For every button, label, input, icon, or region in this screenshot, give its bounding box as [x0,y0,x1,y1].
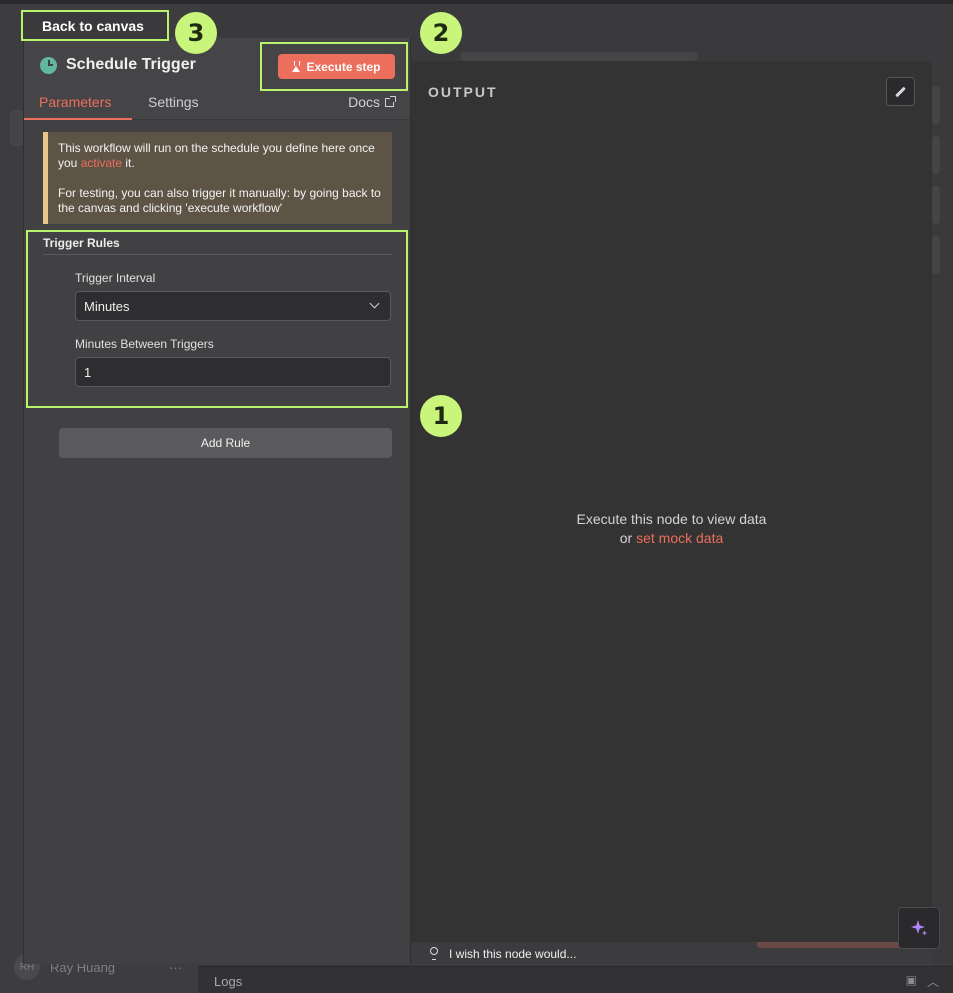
wish-text[interactable]: I wish this node would... [449,947,576,961]
schedule-notice: This workflow will run on the schedule y… [43,132,392,224]
docs-link[interactable]: Docs [348,94,396,110]
back-to-canvas-button[interactable]: Back to canvas [21,10,169,41]
docs-label: Docs [348,94,380,110]
logs-bar[interactable]: Logs ▣ ︿ [198,966,953,993]
tab-parameters[interactable]: Parameters [39,94,111,110]
background-canvas-element [932,186,940,224]
background-canvas-element [460,52,698,61]
output-panel: OUTPUT Execute this node to view data or… [411,61,932,942]
tab-settings[interactable]: Settings [148,94,199,110]
empty-state-message: Execute this node to view data [576,511,767,527]
lightbulb-icon [430,947,438,960]
notice-line-2: For testing, you can also trigger it man… [58,186,381,215]
output-title: OUTPUT [428,84,498,100]
highlight-trigger-rules [26,230,408,408]
active-tab-indicator [24,118,132,120]
edit-output-button[interactable] [886,77,915,106]
annotation-badge-3: 3 [175,12,217,54]
chevron-up-icon[interactable]: ︿ [927,973,939,990]
pencil-icon [895,86,906,97]
output-empty-state: Execute this node to view data or set mo… [411,510,932,548]
logs-label: Logs [214,974,243,989]
node-title[interactable]: Schedule Trigger [40,56,196,74]
highlight-execute-step [260,42,408,91]
annotation-badge-1: 1 [420,395,462,437]
feedback-accent [757,942,903,948]
feedback-bar[interactable]: I wish this node would... [411,942,932,966]
activate-link[interactable]: activate [81,156,122,170]
popout-icon[interactable]: ▣ [906,973,917,990]
panel-tabs: Parameters Settings Docs [24,94,410,120]
sparkle-icon [911,920,927,936]
annotation-badge-2: 2 [420,12,462,54]
background-canvas-element [932,236,940,274]
parameters-panel: Schedule Trigger Execute step Parameters… [23,38,411,964]
set-mock-data-link[interactable]: set mock data [636,530,723,546]
empty-state-or: or [619,530,637,546]
clock-icon [40,56,57,74]
ai-assistant-button[interactable] [898,907,940,949]
notice-text: it. [122,156,135,170]
external-link-icon [385,95,396,107]
back-to-canvas-label: Back to canvas [42,18,144,34]
notice-line-1: This workflow will run on the schedule y… [58,141,382,171]
background-canvas-element [932,86,940,124]
background-canvas-element [10,110,24,146]
add-rule-button[interactable]: Add Rule [59,428,392,458]
node-title-text[interactable]: Schedule Trigger [66,56,196,74]
background-canvas-element [932,136,940,174]
